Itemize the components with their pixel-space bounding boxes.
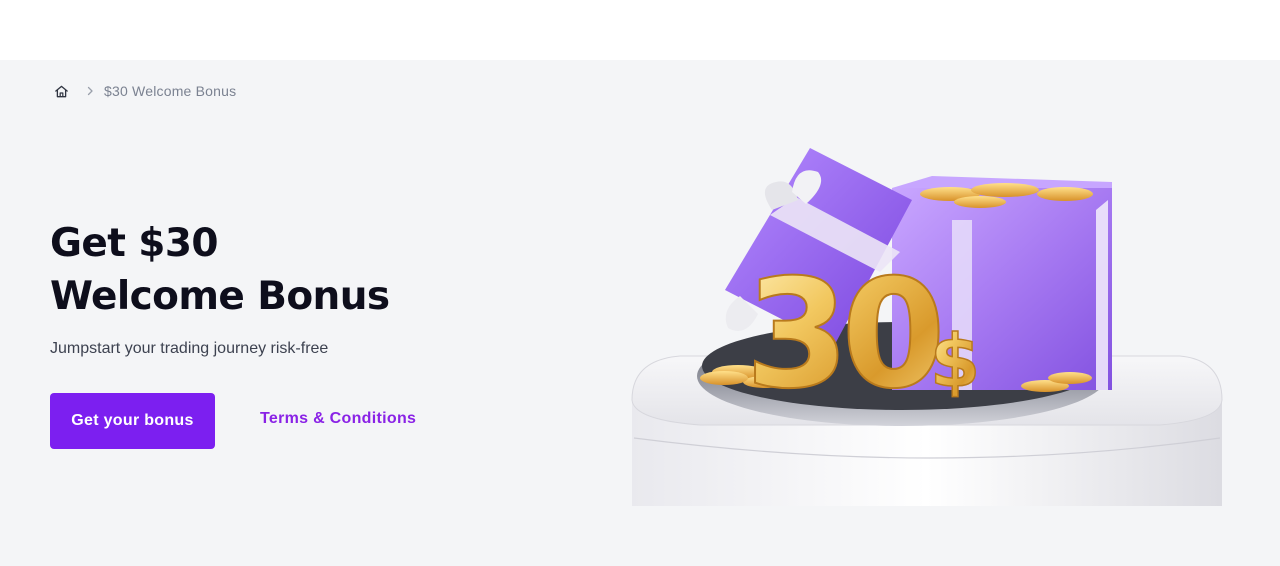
title-line-2: Welcome Bonus [50,274,390,319]
bonus-gift-illustration: 30 $ [631,148,1223,506]
terms-conditions-link[interactable]: Terms & Conditions [260,410,416,428]
home-icon[interactable] [54,84,69,99]
hero-subtitle: Jumpstart your trading journey risk-free [50,340,329,357]
bonus-amount-text: 30 [745,248,939,422]
title-line-1: Get $30 [50,221,219,266]
page-title: Get $30 Welcome Bonus [50,217,570,323]
chevron-right-icon [87,86,93,96]
breadcrumb: $30 Welcome Bonus [54,82,236,100]
get-bonus-button[interactable]: Get your bonus [50,393,215,449]
breadcrumb-current: $30 Welcome Bonus [104,83,237,99]
top-navigation-bar [0,0,1280,60]
currency-symbol-text: $ [930,319,980,403]
